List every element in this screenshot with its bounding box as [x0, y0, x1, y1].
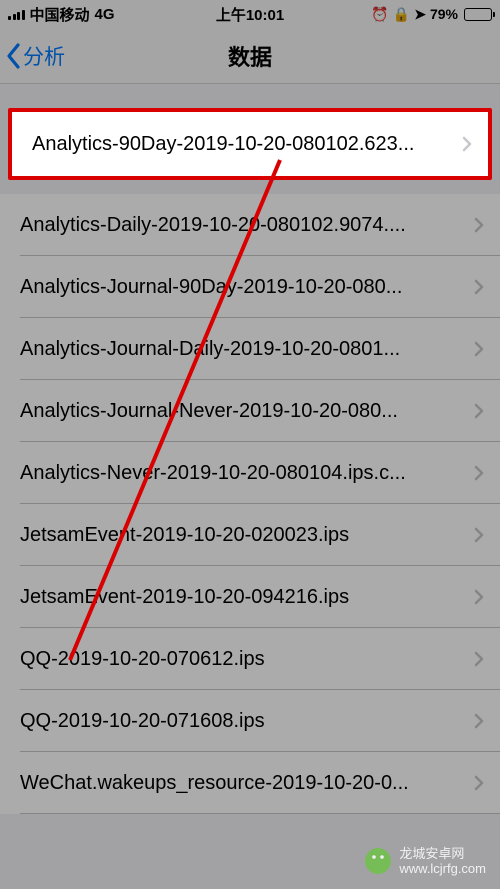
chevron-right-icon [474, 341, 484, 357]
list-item-label: Analytics-Journal-90Day-2019-10-20-080..… [20, 276, 474, 299]
chevron-right-icon [474, 651, 484, 667]
carrier-label: 中国移动 [30, 4, 90, 25]
lock-icon: 🔒 [393, 6, 410, 23]
watermark: 龙城安卓网 www.lcjrfg.com [363, 846, 486, 877]
page-title: 数据 [228, 40, 272, 72]
list-item[interactable]: QQ-2019-10-20-071608.ips [0, 690, 500, 752]
list-item[interactable]: Analytics-Journal-90Day-2019-10-20-080..… [0, 256, 500, 318]
list-item-label: Analytics-Journal-Daily-2019-10-20-0801.… [20, 338, 474, 361]
chevron-right-icon [474, 217, 484, 233]
list-item[interactable]: WeChat.wakeups_resource-2019-10-20-0... [0, 752, 500, 814]
status-left: 中国移动 4G [8, 4, 115, 25]
list-item-label: Analytics-Daily-2019-10-20-080102.9074..… [20, 214, 474, 237]
signal-icon [8, 8, 25, 20]
list-item[interactable]: Analytics-Daily-2019-10-20-080102.9074..… [0, 194, 500, 256]
chevron-left-icon [6, 43, 21, 69]
chevron-right-icon [474, 403, 484, 419]
network-label: 4G [95, 6, 115, 23]
list-item-label: JetsamEvent-2019-10-20-094216.ips [20, 586, 474, 609]
list-item-label: Analytics-90Day-2019-10-20-080102.623... [32, 133, 462, 156]
list-section: Analytics-Daily-2019-10-20-080102.9074..… [0, 194, 500, 814]
list-item[interactable]: JetsamEvent-2019-10-20-094216.ips [0, 566, 500, 628]
status-bar: 中国移动 4G 上午10:01 ⏰ 🔒 ➤ 79% [0, 0, 500, 28]
list-item-label: JetsamEvent-2019-10-20-020023.ips [20, 524, 474, 547]
nav-bar: 分析 数据 [0, 28, 500, 84]
back-button[interactable]: 分析 [0, 41, 65, 71]
chevron-right-icon [474, 465, 484, 481]
chevron-right-icon [474, 713, 484, 729]
list-item-label: QQ-2019-10-20-071608.ips [20, 710, 474, 733]
list-item[interactable]: QQ-2019-10-20-070612.ips [0, 628, 500, 690]
status-right: ⏰ 🔒 ➤ 79% [371, 6, 492, 23]
alarm-icon: ⏰ [371, 6, 388, 23]
watermark-name: 龙城安卓网 [399, 846, 486, 862]
battery-icon [464, 8, 492, 21]
list-item[interactable]: JetsamEvent-2019-10-20-020023.ips [0, 504, 500, 566]
list-item[interactable]: Analytics-Never-2019-10-20-080104.ips.c.… [0, 442, 500, 504]
list-item[interactable]: Analytics-Journal-Daily-2019-10-20-0801.… [0, 318, 500, 380]
chevron-right-icon [474, 279, 484, 295]
chevron-right-icon [474, 527, 484, 543]
status-time: 上午10:01 [216, 4, 284, 25]
list-item-label: Analytics-Never-2019-10-20-080104.ips.c.… [20, 462, 474, 485]
chevron-right-icon [474, 775, 484, 791]
chevron-right-icon [474, 589, 484, 605]
chevron-right-icon [462, 136, 472, 152]
list-item[interactable]: Analytics-Journal-Never-2019-10-20-080..… [0, 380, 500, 442]
list-item-label: WeChat.wakeups_resource-2019-10-20-0... [20, 772, 474, 795]
list-item[interactable]: Analytics-90Day-2019-10-20-080102.623... [12, 112, 488, 176]
watermark-url: www.lcjrfg.com [399, 861, 486, 877]
list-item-label: QQ-2019-10-20-070612.ips [20, 648, 474, 671]
location-icon: ➤ [414, 6, 426, 23]
watermark-logo-icon [363, 846, 393, 876]
list-item-label: Analytics-Journal-Never-2019-10-20-080..… [20, 400, 474, 423]
back-label: 分析 [23, 41, 65, 71]
highlight-annotation: Analytics-90Day-2019-10-20-080102.623... [8, 108, 492, 180]
battery-label: 79% [430, 6, 458, 22]
